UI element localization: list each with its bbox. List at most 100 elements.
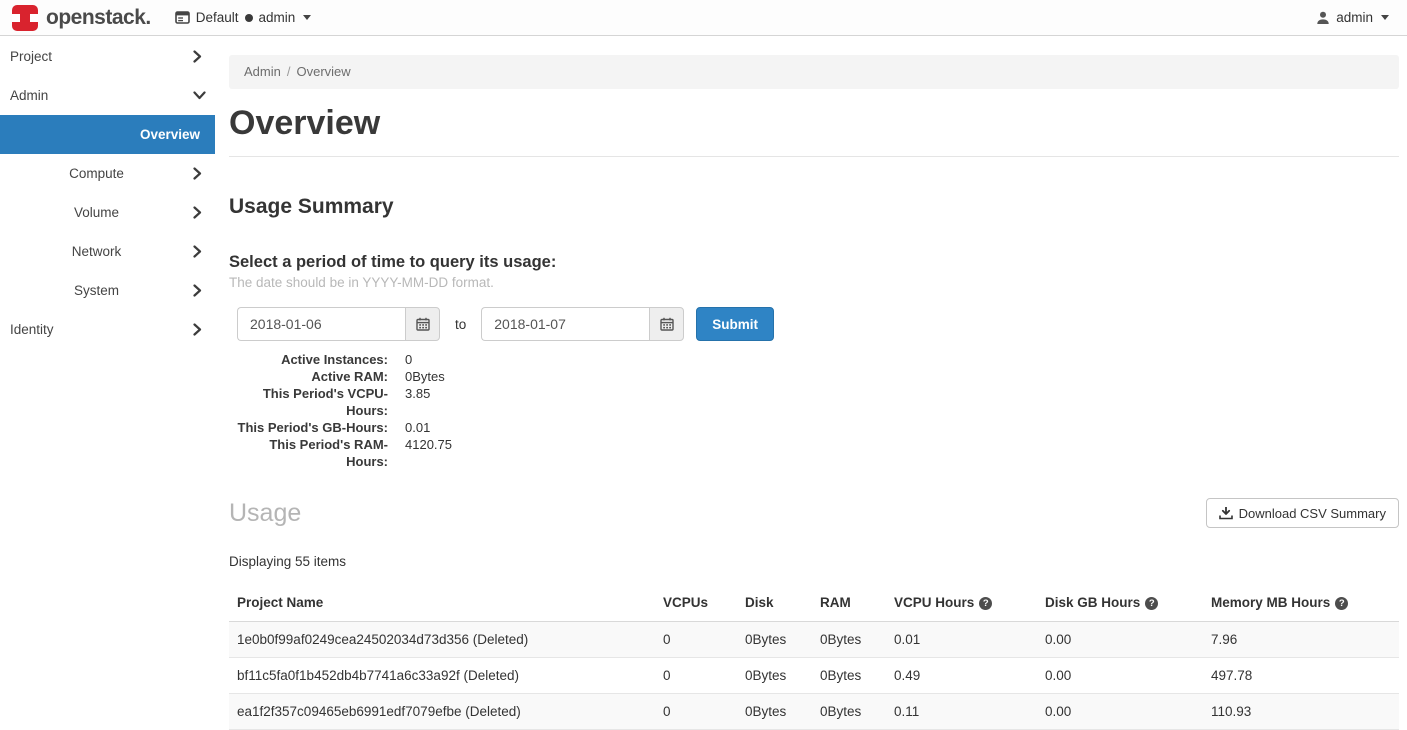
sidebar-item-label: Admin [10,88,193,103]
sidebar-item-label: Volume [0,205,193,220]
table-row: ea1f2f357c09465eb6991edf7079efbe (Delete… [229,694,1399,730]
chevron-right-icon [193,284,215,297]
value-cell: 0 [655,658,737,694]
stat-row: Active Instances: 0 [229,351,1399,368]
value-cell: 0.11 [886,694,1037,730]
chevron-right-icon [193,206,215,219]
help-icon[interactable]: ? [1145,597,1158,610]
stat-row: This Period's RAM-Hours:4120.75 [229,436,1399,470]
usage-section-header: Usage Download CSV Summary [229,498,1399,528]
value-cell: 0Bytes [737,694,812,730]
table-row: 1e0b0f99af0249cea24502034d73d356 (Delete… [229,622,1399,658]
breadcrumb: Admin / Overview [229,55,1399,89]
value-cell: 0Bytes [812,694,886,730]
sidebar-item-network[interactable]: Network [0,232,215,271]
date-to-group [481,307,684,341]
column-header-memory-mb-hours[interactable]: Memory MB Hours? [1203,584,1399,622]
breadcrumb-item-admin[interactable]: Admin [244,64,281,79]
breadcrumb-separator: / [287,64,291,79]
stat-label: Active Instances: [229,351,388,368]
stat-label: This Period's GB-Hours: [229,419,388,436]
breadcrumb-item-overview: Overview [296,64,350,79]
download-icon [1219,506,1233,520]
usage-stats: Active Instances: 0 Active RAM: 0Bytes This … [229,351,1399,470]
to-label: to [455,317,466,332]
stat-label: This Period's VCPU-Hours: [229,385,388,419]
user-icon [1316,11,1330,25]
value-cell: 0 [655,694,737,730]
sidebar-item-admin[interactable]: Admin [0,76,215,115]
usage-heading: Usage [229,499,301,528]
context-domain: Default [196,10,239,25]
value-cell: 0.00 [1037,622,1203,658]
stat-label: Active RAM: [229,368,388,385]
value-cell: 0Bytes [737,658,812,694]
brand-text: openstack. [46,6,151,30]
column-header-ram[interactable]: RAM [812,584,886,622]
date-range-form: to [237,307,1399,341]
sidebar-item-identity[interactable]: Identity [0,310,215,349]
title-divider [229,156,1399,157]
context-switcher[interactable]: Default admin [175,10,312,25]
caret-down-icon [1381,15,1389,20]
column-header-project-name[interactable]: Project Name [229,584,655,622]
submit-button[interactable]: Submit [696,307,774,341]
stat-value: 0Bytes [405,368,445,385]
calendar-icon [660,317,674,331]
user-menu[interactable]: admin [1316,10,1395,25]
chevron-right-icon [193,50,215,63]
usage-summary-heading: Usage Summary [229,195,1399,219]
openstack-logo-icon [12,5,38,31]
date-from-group [237,307,440,341]
calendar-icon [416,317,430,331]
column-header-disk[interactable]: Disk [737,584,812,622]
stat-row: This Period's GB-Hours:0.01 [229,419,1399,436]
sidebar-item-label: System [0,283,193,298]
sidebar-item-overview[interactable]: Overview [0,115,215,154]
date-to-calendar-button[interactable] [649,307,684,341]
value-cell: 0.00 [1037,658,1203,694]
sidebar-item-label: Identity [10,322,193,337]
column-header-vcpu-hours[interactable]: VCPU Hours? [886,584,1037,622]
value-cell: 0.49 [886,658,1037,694]
project-name-cell: bf11c5fa0f1b452db4b7741a6c33a92f (Delete… [229,658,655,694]
brand-home-link[interactable]: openstack. [12,5,151,31]
column-header-vcpus[interactable]: VCPUs [655,584,737,622]
chevron-down-icon [193,91,215,100]
date-from-calendar-button[interactable] [405,307,440,341]
value-cell: 7.96 [1203,622,1399,658]
download-csv-label: Download CSV Summary [1239,506,1386,521]
sidebar-item-system[interactable]: System [0,271,215,310]
value-cell: 0Bytes [812,658,886,694]
page-title: Overview [229,104,1399,143]
context-separator-dot-icon [245,14,253,22]
sidebar-item-label: Network [0,244,193,259]
help-icon[interactable]: ? [1335,597,1348,610]
value-cell: 0 [655,622,737,658]
user-name: admin [1336,10,1373,25]
download-csv-button[interactable]: Download CSV Summary [1206,498,1399,528]
caret-down-icon [303,15,311,20]
items-count: Displaying 55 items [229,554,1399,569]
value-cell: 110.93 [1203,694,1399,730]
stat-value: 0 [405,351,412,368]
value-cell: 497.78 [1203,658,1399,694]
stat-value: 4120.75 [405,436,452,470]
domain-icon [175,11,190,24]
help-icon[interactable]: ? [979,597,992,610]
sidebar-item-project[interactable]: Project [0,37,215,76]
sidebar-item-label: Compute [0,166,193,181]
date-to-input[interactable] [481,307,649,341]
value-cell: 0.01 [886,622,1037,658]
sidebar-item-compute[interactable]: Compute [0,154,215,193]
date-from-input[interactable] [237,307,405,341]
main-content: Admin / Overview Overview Usage Summary Se… [215,36,1407,730]
project-name-cell: ea1f2f357c09465eb6991edf7079efbe (Delete… [229,694,655,730]
column-header-disk-gb-hours[interactable]: Disk GB Hours? [1037,584,1203,622]
value-cell: 0Bytes [737,622,812,658]
date-format-hint: The date should be in YYYY-MM-DD format. [229,275,1399,290]
date-period-prompt: Select a period of time to query its usa… [229,253,1399,272]
sidebar-item-volume[interactable]: Volume [0,193,215,232]
sidebar: Project Admin Overview Compute Volume Network… [0,36,215,730]
sidebar-item-label: Overview [0,127,215,142]
